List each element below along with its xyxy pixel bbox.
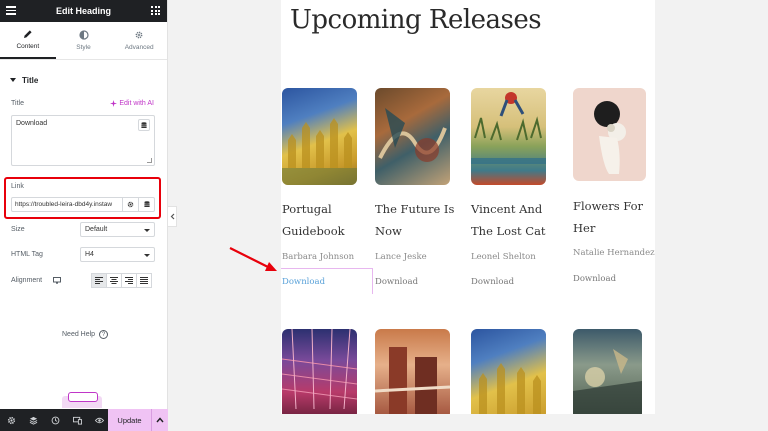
need-help-link[interactable]: Need Help ?: [62, 330, 109, 339]
chevron-down-icon: [144, 254, 150, 257]
collapse-panel-button[interactable]: [168, 206, 177, 227]
align-justify-button[interactable]: [136, 273, 152, 288]
book-cover-art: [282, 329, 357, 410]
panel-title: Edit Heading: [55, 6, 111, 16]
navigator-button[interactable]: [22, 409, 44, 431]
page-canvas: Upcoming Releases Portugal Guidebook The…: [281, 0, 655, 414]
align-right-button[interactable]: [121, 273, 137, 288]
database-icon: [141, 121, 147, 128]
book-author: Barbara Johnson: [282, 252, 355, 262]
book-cover-art: [594, 101, 626, 174]
panel-footer: Update: [0, 409, 168, 431]
panel-header: Edit Heading: [0, 0, 167, 22]
alignment-label: Alignment: [11, 277, 43, 284]
book-cover-future[interactable]: [375, 88, 450, 185]
tab-style-label: Style: [76, 44, 91, 51]
resize-handle[interactable]: [147, 158, 152, 163]
tab-advanced[interactable]: Advanced: [111, 22, 167, 59]
book-cover-art: [378, 108, 447, 162]
book-cover-art: [282, 118, 357, 185]
gear-icon: [135, 31, 143, 39]
menu-icon[interactable]: [6, 6, 16, 15]
book-cover-art: [375, 347, 450, 414]
align-center-button[interactable]: [106, 273, 122, 288]
alignment-buttons: [91, 273, 152, 288]
size-label: Size: [11, 226, 25, 233]
html-tag-select[interactable]: H4: [80, 247, 155, 262]
book-author: Natalie Hernandez: [573, 248, 655, 258]
align-left-button[interactable]: [91, 273, 107, 288]
book-cover-art: [479, 363, 541, 414]
book-title: The Future Is Now: [375, 202, 455, 238]
size-select[interactable]: Default: [80, 222, 155, 237]
eye-icon: [94, 417, 104, 423]
edit-with-ai-link[interactable]: Edit with AI: [110, 100, 154, 107]
book-title: Vincent And The Lost Cat: [471, 202, 546, 238]
need-help-label: Need Help: [62, 331, 96, 338]
download-link[interactable]: Download: [471, 277, 514, 287]
tab-content[interactable]: Content: [0, 22, 56, 59]
download-link[interactable]: Download: [375, 277, 418, 287]
dynamic-tags-button[interactable]: [138, 119, 150, 131]
download-link[interactable]: Download: [573, 274, 616, 284]
editor-screen: Edit Heading Content Style Advanced Titl…: [0, 0, 768, 431]
update-button[interactable]: Update: [108, 409, 151, 431]
chevron-down-icon: [144, 229, 150, 232]
layers-icon: [29, 416, 37, 425]
tab-style[interactable]: Style: [56, 22, 112, 59]
annotation-arrow: [229, 247, 277, 271]
edit-with-ai-label: Edit with AI: [119, 100, 154, 107]
chevron-left-icon: [170, 213, 174, 220]
book-cover-vincent[interactable]: [471, 88, 546, 185]
book-cover-art: [573, 349, 642, 414]
size-select-value: Default: [85, 226, 108, 233]
book-cover-portugal[interactable]: [282, 88, 357, 185]
desktop-icon[interactable]: [53, 277, 61, 284]
book-author: Lance Jeske: [375, 252, 427, 262]
responsive-button[interactable]: [66, 409, 88, 431]
widgets-grid-icon[interactable]: [151, 6, 160, 15]
book-cover[interactable]: [573, 329, 642, 414]
promo-graphic: [62, 392, 102, 408]
history-icon: [51, 416, 59, 424]
tab-advanced-label: Advanced: [124, 44, 154, 51]
book-cover[interactable]: [282, 329, 357, 414]
html-tag-select-value: H4: [85, 251, 94, 258]
gear-icon: [7, 416, 15, 424]
page-title: Upcoming Releases: [290, 5, 542, 35]
tab-content-label: Content: [16, 43, 40, 50]
chevron-up-icon: [156, 417, 164, 423]
align-left-icon: [95, 277, 103, 284]
book-cover-art: [471, 92, 546, 164]
download-link-selected[interactable]: Download: [282, 277, 325, 287]
sparkle-icon: [110, 100, 118, 107]
caret-down-icon: [10, 78, 16, 82]
book-cover[interactable]: [471, 329, 546, 414]
title-textarea[interactable]: Download: [11, 115, 155, 166]
align-center-icon: [110, 277, 118, 284]
book-cover[interactable]: [375, 329, 450, 414]
responsive-icon: [72, 416, 82, 425]
link-highlight-box: [4, 177, 161, 219]
align-justify-icon: [140, 277, 148, 284]
half-circle-icon: [78, 30, 89, 40]
html-tag-label: HTML Tag: [11, 251, 43, 258]
title-label: Title: [11, 100, 24, 107]
history-button[interactable]: [44, 409, 66, 431]
align-right-icon: [125, 277, 133, 284]
book-author: Leonel Shelton: [471, 252, 536, 262]
editor-panel: Edit Heading Content Style Advanced Titl…: [0, 0, 168, 431]
section-title-label: Title: [22, 75, 39, 85]
update-options-button[interactable]: [151, 409, 168, 431]
settings-button[interactable]: [0, 409, 22, 431]
pencil-icon: [23, 30, 32, 38]
book-cover-flowers[interactable]: [573, 88, 646, 181]
book-title: Portugal Guidebook: [282, 202, 345, 238]
title-textarea-value: Download: [16, 120, 48, 127]
section-title-toggle[interactable]: Title: [0, 73, 167, 87]
book-title: Flowers For Her: [573, 199, 644, 235]
preview-button[interactable]: [88, 409, 110, 431]
help-icon: ?: [99, 330, 109, 339]
panel-tabs: Content Style Advanced: [0, 22, 167, 60]
